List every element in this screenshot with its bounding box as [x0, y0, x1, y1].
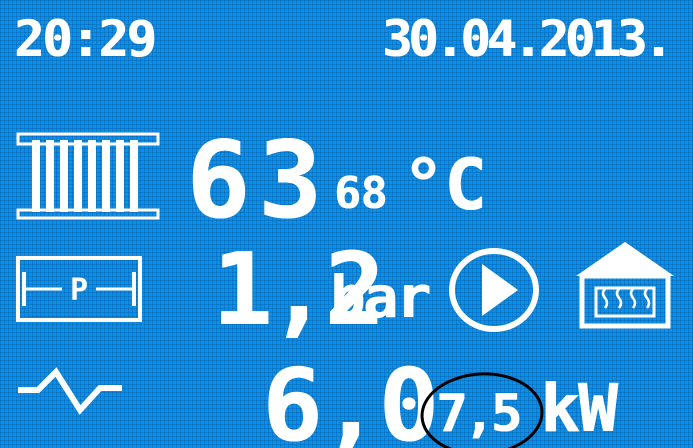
- date-display: 30.04.2013.: [382, 10, 673, 68]
- pump-play-icon: [446, 246, 542, 334]
- pressure-unit: bar: [330, 263, 431, 331]
- radiator-icon: [14, 130, 162, 222]
- temperature-actual: 63: [186, 119, 330, 242]
- temperature-setpoint: 68: [334, 168, 387, 219]
- power-unit: kW: [540, 370, 617, 447]
- temperature-unit: °C: [402, 144, 487, 226]
- lcd-screen: 20:29 30.04.2013. 63 68 °C P 1,2 bar 6,0…: [0, 0, 693, 448]
- house-heating-icon: [572, 238, 678, 330]
- pressure-sensor-icon: P: [14, 252, 144, 326]
- clock-time: 20:29: [14, 10, 157, 68]
- power-value: 6,0: [262, 347, 439, 448]
- wave-icon: [16, 366, 146, 426]
- pressure-sensor-label: P: [70, 273, 88, 308]
- annotation-circle: [420, 372, 544, 448]
